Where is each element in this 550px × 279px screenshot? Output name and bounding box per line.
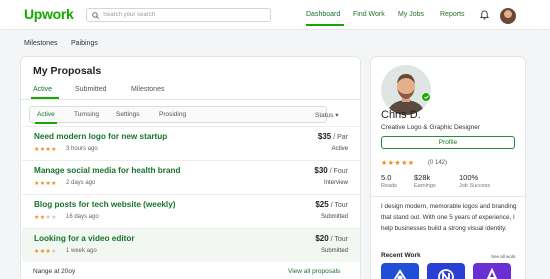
search-icon [92, 12, 99, 19]
profile-role: Creative Logo & Graphic Designer [381, 124, 480, 131]
rate-unit: / Par [331, 134, 348, 141]
search-input[interactable] [103, 10, 263, 20]
proposals-title: My Proposals [33, 65, 102, 77]
range-text: Nange at 20oy [33, 268, 76, 275]
n-logo-icon [438, 269, 454, 279]
status-filter-label: Status [315, 112, 334, 119]
rating-stars: ★★★★ [34, 146, 57, 153]
profile-name: Chris D. [381, 109, 421, 121]
proposal-status: Submitted [320, 214, 348, 220]
stat-job-success-label: Job Success [459, 183, 491, 189]
proposal-row[interactable]: Blog posts for tech website (weekly) ★★★★… [22, 194, 360, 228]
upwork-logo[interactable]: Upwork [24, 6, 74, 22]
proposal-title[interactable]: Manage social media for health brand [34, 166, 181, 175]
recent-work-thumb-2[interactable] [427, 263, 465, 279]
star-icon: ★ [381, 160, 388, 167]
proposal-rate: $30 / Four [314, 166, 348, 175]
profile-divider [371, 196, 525, 197]
tabs-divider [21, 99, 360, 100]
proposal-rate: $20 / Tour [315, 234, 348, 243]
see-all-work-link[interactable]: See all work [491, 254, 516, 259]
proposal-time-ago: 16 days ago [66, 214, 99, 220]
active-nav-indicator [306, 24, 344, 26]
nav-find-work[interactable]: Find Work [353, 11, 385, 18]
subtab-active[interactable]: Active [37, 111, 55, 118]
subtab-turnsing[interactable]: Turnsing [74, 111, 99, 118]
tab-active[interactable]: Active [33, 86, 52, 93]
star-icon: ★ [51, 249, 57, 255]
nav-dashboard[interactable]: Dashboard [306, 11, 340, 18]
nav-my-jobs[interactable]: My Jobs [398, 11, 424, 18]
active-subtab-indicator [35, 122, 57, 124]
tab-submitted[interactable]: Submitted [75, 86, 107, 93]
star-icon: ★ [51, 215, 57, 221]
status-filter-dropdown[interactable]: Status ▾ [315, 111, 339, 119]
star-icon: ★ [51, 181, 57, 187]
rate-unit: / Tour [328, 202, 348, 209]
rate-amount: $35 [317, 132, 332, 141]
proposal-time-ago: 1 week ago [66, 248, 97, 254]
proposal-row[interactable]: Looking for a video editor ★★★★ 1 week ago… [22, 228, 360, 262]
search-box[interactable] [86, 8, 271, 22]
stat-earnings-value: $28k [414, 173, 431, 182]
subtab-prosiding[interactable]: Prosiding [159, 111, 186, 118]
star-icon: ★ [51, 147, 57, 153]
subtab-settings[interactable]: Settings [116, 111, 140, 118]
subnav-paibings[interactable]: Paibings [71, 40, 98, 47]
view-all-proposals-link[interactable]: View all proposals [288, 268, 340, 275]
profile-photo-icon [381, 65, 431, 115]
proposal-title[interactable]: Need modern logo for new startup [34, 132, 167, 141]
subnav-milestones[interactable]: Milestones [24, 40, 57, 47]
nav-reports[interactable]: Reports [440, 11, 465, 18]
recent-work-thumb-3[interactable] [473, 263, 511, 279]
bell-icon[interactable] [480, 10, 489, 20]
proposal-status: Submitted [320, 248, 348, 254]
rate-amount: $20 [315, 234, 329, 243]
proposal-title[interactable]: Looking for a video editor [34, 234, 135, 243]
profile-avatar[interactable] [381, 65, 431, 115]
proposals-card: My Proposals Active Submitted Milestones… [20, 56, 361, 279]
star-icon: ★ [401, 160, 408, 167]
proposal-status: Active [331, 146, 348, 152]
tab-milestones[interactable]: Milestones [131, 86, 164, 93]
proposal-row[interactable]: Manage social media for health brand ★★★★… [22, 160, 360, 194]
rating-stars: ★★★★ [34, 214, 57, 221]
stat-earnings-label: Earnings [414, 183, 436, 189]
proposal-rate: $25 / Tour [315, 200, 348, 209]
proposal-time-ago: 2 days ago [66, 180, 96, 186]
user-avatar[interactable] [500, 8, 516, 24]
a-logo-icon [486, 268, 498, 279]
profile-card: Chris D. Creative Logo & Graphic Designe… [370, 56, 526, 279]
proposal-rate: $35 / Par [318, 132, 348, 141]
rate-amount: $25 [315, 200, 329, 209]
proposal-time-ago: 3 hours ago [66, 146, 98, 152]
top-navigation-bar: Upwork Dashboard Find Work My Jobs Repor… [0, 0, 550, 30]
be-logo-icon [393, 269, 407, 279]
stat-job-success-value: 100% [459, 173, 479, 182]
chevron-down-icon: ▾ [335, 112, 339, 119]
rate-unit: / Four [327, 168, 348, 175]
profile-bio: I design modern, memorable logos and bra… [381, 203, 517, 232]
stat-reads-value: 5.0 [381, 173, 392, 182]
rate-amount: $30 [314, 166, 328, 175]
rating-stars: ★★★★ [34, 180, 57, 187]
star-icon: ★ [407, 160, 415, 167]
proposal-title[interactable]: Blog posts for tech website (weekly) [34, 200, 176, 209]
profile-rating-stars: ★★★★★ [381, 159, 414, 167]
recent-work-heading: Recent Work [381, 252, 421, 259]
verified-badge-icon [421, 92, 431, 102]
profile-rating-text: (0 142) [428, 160, 448, 166]
profile-button[interactable]: Profile [381, 136, 515, 149]
rate-unit: / Tour [328, 236, 348, 243]
recent-work-thumb-1[interactable] [381, 263, 419, 279]
proposal-row[interactable]: Need modern logo for new startup ★★★★ 3 ho… [22, 126, 360, 160]
stat-reads-label: Reads [381, 183, 397, 189]
proposal-status: Interview [323, 180, 348, 186]
rating-stars: ★★★★ [34, 248, 57, 255]
